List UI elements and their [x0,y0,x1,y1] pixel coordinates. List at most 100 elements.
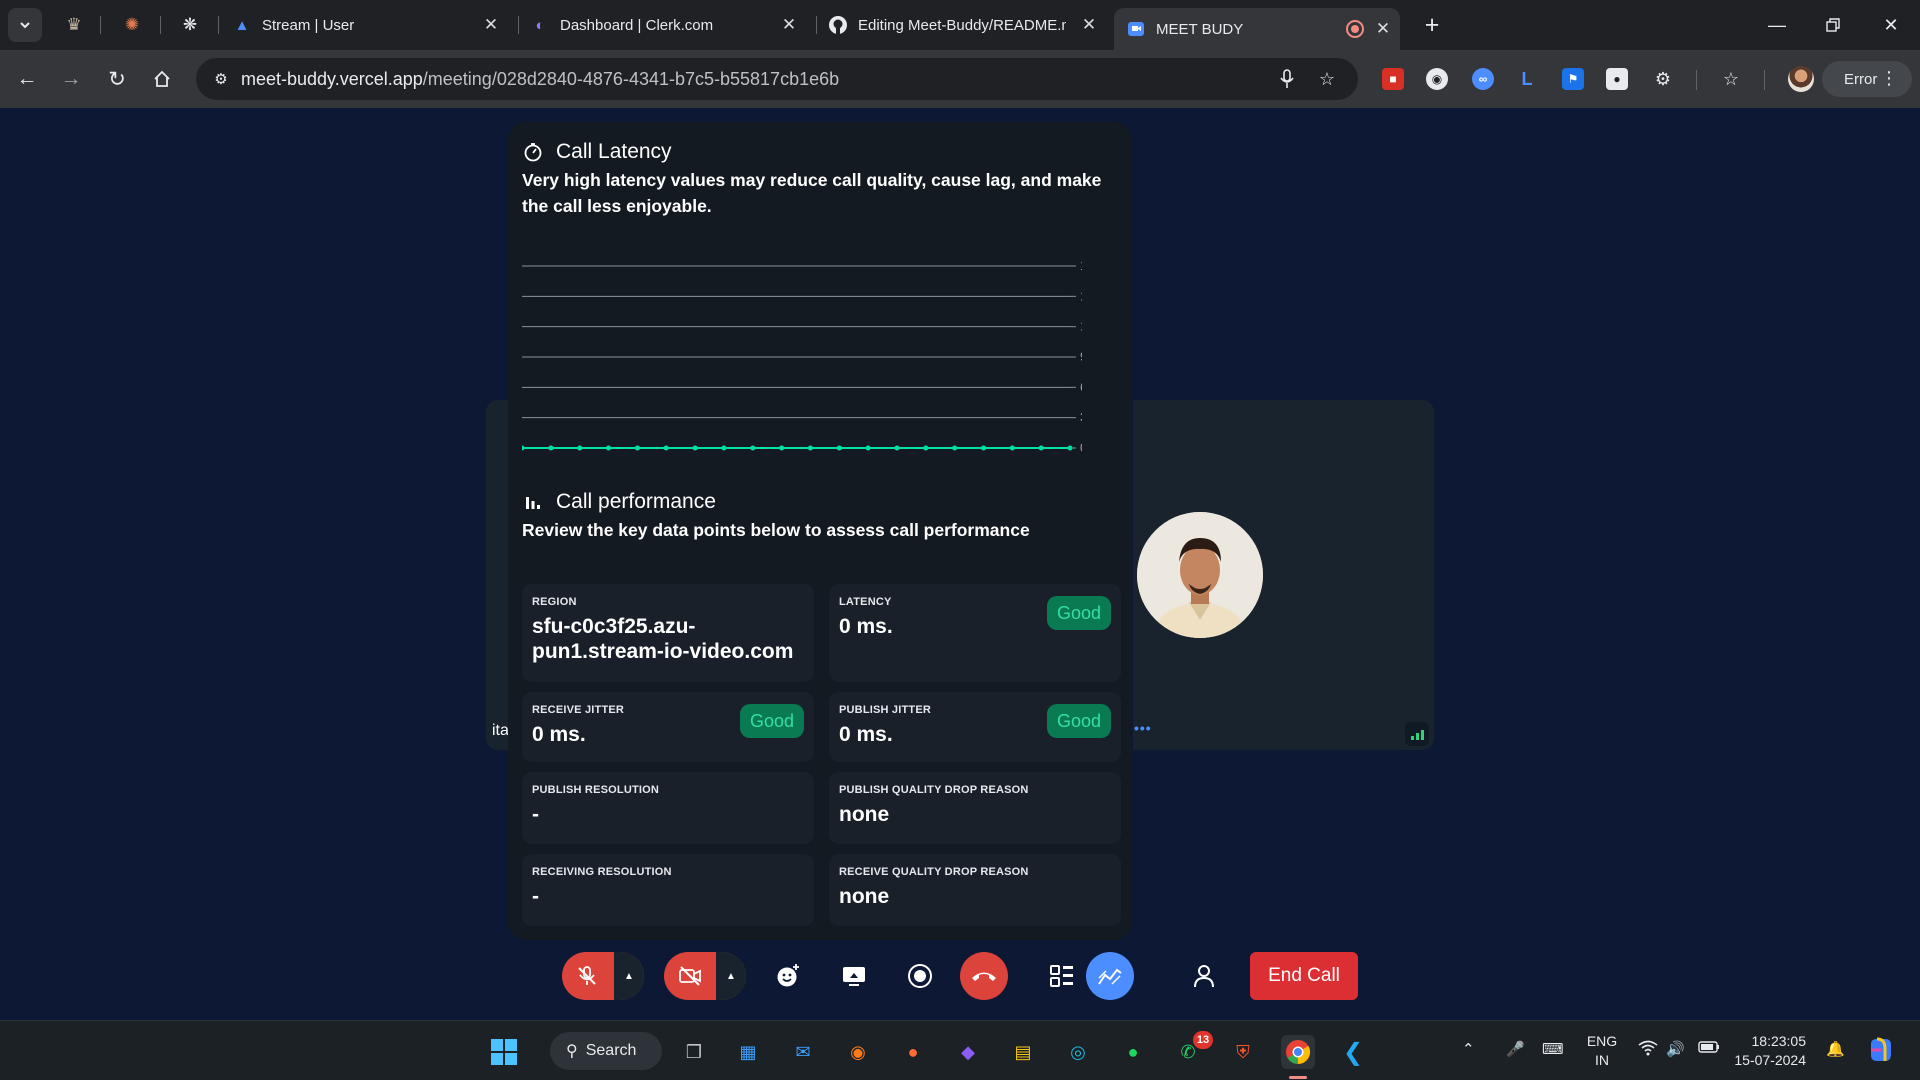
bar-chart-icon [522,494,544,510]
windows-taskbar: ⚲ Search ❒ ▦ ✉ ◉ ● ◆ ▤ ◎ ● ✆ 13 ⛨ ❮ ⌃ 🎤 … [0,1020,1920,1080]
bookmark-star-icon[interactable]: ☆ [1315,67,1339,91]
system-clock[interactable]: 18:23:05 15-07-2024 [1734,1032,1806,1070]
mail-button[interactable]: ✉ [786,1035,820,1069]
chart-data-point [779,445,785,451]
extension-flag-icon[interactable]: ⚑ [1562,68,1584,90]
active-app-indicator [1289,1076,1307,1079]
close-window-button[interactable]: ✕ [1876,10,1906,40]
browser-tab-bar: ♛ ✺ ❋ ▲ Stream | User ✕ ◐ Dashboard | Cl… [0,0,1920,50]
browser-toolbar: ← → ↻ ⚙ meet-buddy.vercel.app/meeting/02… [0,50,1920,108]
extension-glasses-icon[interactable]: ◉ [1426,68,1448,90]
postman-button[interactable]: ● [896,1035,930,1069]
connection-quality-icon [1405,722,1429,746]
show-hidden-icons-button[interactable]: ⌃ [1462,1040,1475,1058]
notification-bell-icon[interactable]: 🔔 [1826,1040,1845,1058]
home-button[interactable] [147,64,177,94]
extensions-puzzle-icon[interactable]: ⚙ [1652,68,1674,90]
brave-button[interactable]: ⛨ [1226,1035,1260,1069]
battery-icon[interactable] [1698,1040,1720,1054]
kebab-menu-icon: ⋮ [1880,68,1898,88]
layout-button[interactable] [1038,952,1086,1000]
wifi-icon[interactable] [1638,1040,1658,1056]
tab-search-button[interactable] [8,8,42,42]
call-stats-panel: Call Latency Very high latency values ma… [508,122,1132,940]
microphone-icon[interactable] [1275,67,1299,91]
toggle-camera-button[interactable]: ▲ [664,952,746,1000]
profile-avatar[interactable] [1788,66,1814,92]
chart-data-point [1067,445,1073,451]
extension-incognito-icon[interactable]: ● [1606,68,1628,90]
chart-data-point [1038,445,1044,451]
firefox-button[interactable]: ◉ [841,1035,875,1069]
timer-icon [522,142,544,162]
language-indicator[interactable]: ENG IN [1584,1032,1620,1070]
claude-icon: ✺ [124,15,140,34]
extension-l-icon[interactable]: L [1516,68,1538,90]
tab-stream-user[interactable]: ▲ Stream | User ✕ [232,8,502,42]
spotify-button[interactable]: ● [1116,1035,1150,1069]
volume-icon[interactable]: 🔊 [1666,1040,1685,1058]
chevron-down-icon [20,22,30,29]
obsidian-button[interactable]: ◆ [951,1035,985,1069]
address-bar[interactable]: ⚙ meet-buddy.vercel.app/meeting/028d2840… [196,58,1358,100]
record-button[interactable] [896,952,944,1000]
file-explorer-button[interactable]: ▤ [1006,1035,1040,1069]
edge-icon: ◎ [1070,1041,1086,1062]
back-button[interactable]: ← [12,64,42,94]
start-button[interactable] [487,1035,521,1069]
chart-tick-label: 0 [1080,440,1082,455]
task-view-button[interactable]: ❒ [677,1035,711,1069]
participant-more-icon[interactable]: ••• [1134,720,1152,736]
reload-button[interactable]: ↻ [102,64,132,94]
video-call-icon [1126,19,1146,39]
vscode-button[interactable]: ❮ [1336,1035,1370,1069]
edge-button[interactable]: ◎ [1061,1035,1095,1069]
caret-up-icon: ▲ [726,970,736,982]
new-tab-button[interactable]: + [1418,11,1446,39]
minimize-button[interactable]: — [1762,10,1792,40]
home-icon [154,70,170,87]
close-icon[interactable]: ✕ [1078,14,1100,36]
vscode-icon: ❮ [1342,1038,1364,1066]
mute-microphone-button[interactable]: ▲ [562,952,644,1000]
arrow-right-icon: → [60,67,82,90]
close-icon[interactable]: ✕ [1372,18,1394,40]
screen-share-button[interactable] [830,952,878,1000]
pinned-tab-1[interactable]: ♛ [62,13,86,37]
end-call-button[interactable]: End Call [1250,952,1358,1000]
extension-infinity-icon[interactable]: ∞ [1472,68,1494,90]
tab-meet-budy[interactable]: MEET BUDY ✕ [1114,8,1400,50]
chart-data-point [692,445,698,451]
call-stats-button[interactable] [1086,952,1134,1000]
close-icon[interactable]: ✕ [778,14,800,36]
microphone-tray-icon[interactable]: 🎤 [1506,1040,1525,1058]
clerk-logo-icon: ◐ [535,16,545,34]
pinned-tab-3[interactable]: ❋ [178,13,202,37]
taskbar-search[interactable]: ⚲ Search [550,1032,662,1070]
pinned-tab-2[interactable]: ✺ [120,13,144,37]
participants-button[interactable] [1180,952,1228,1000]
reading-list-star-icon[interactable]: ☆ [1720,68,1742,90]
firefox-icon: ◉ [850,1041,866,1062]
keyboard-icon[interactable]: ⌨ [1542,1040,1564,1058]
copilot-button[interactable] [1864,1033,1898,1067]
call-performance-heading: Call performance [522,490,716,514]
forward-button[interactable]: → [56,64,86,94]
reactions-button[interactable] [764,952,812,1000]
chart-data-point [923,445,929,451]
participant-name: ita [492,722,509,739]
tab-clerk-dashboard[interactable]: ◐ Dashboard | Clerk.com ✕ [530,8,800,42]
chart-tick-label: 30 [1080,410,1082,425]
site-settings-icon[interactable]: ⚙ [210,68,232,90]
tab-github-readme[interactable]: Editing Meet-Buddy/README.m ✕ [828,8,1100,42]
status-badge: Good [1046,596,1111,630]
close-icon[interactable]: ✕ [480,14,502,36]
chart-data-point [548,445,554,451]
extension-bookmark-icon[interactable]: ■ [1382,68,1404,90]
stat-card-publish-resolution: PUBLISH RESOLUTION - [522,772,814,844]
chrome-button[interactable] [1281,1035,1315,1069]
restore-button[interactable] [1818,10,1848,40]
microsoft-store-button[interactable]: ▦ [731,1035,765,1069]
profile-error-button[interactable]: Error ⋮ [1822,61,1912,97]
leave-call-button[interactable] [960,952,1008,1000]
